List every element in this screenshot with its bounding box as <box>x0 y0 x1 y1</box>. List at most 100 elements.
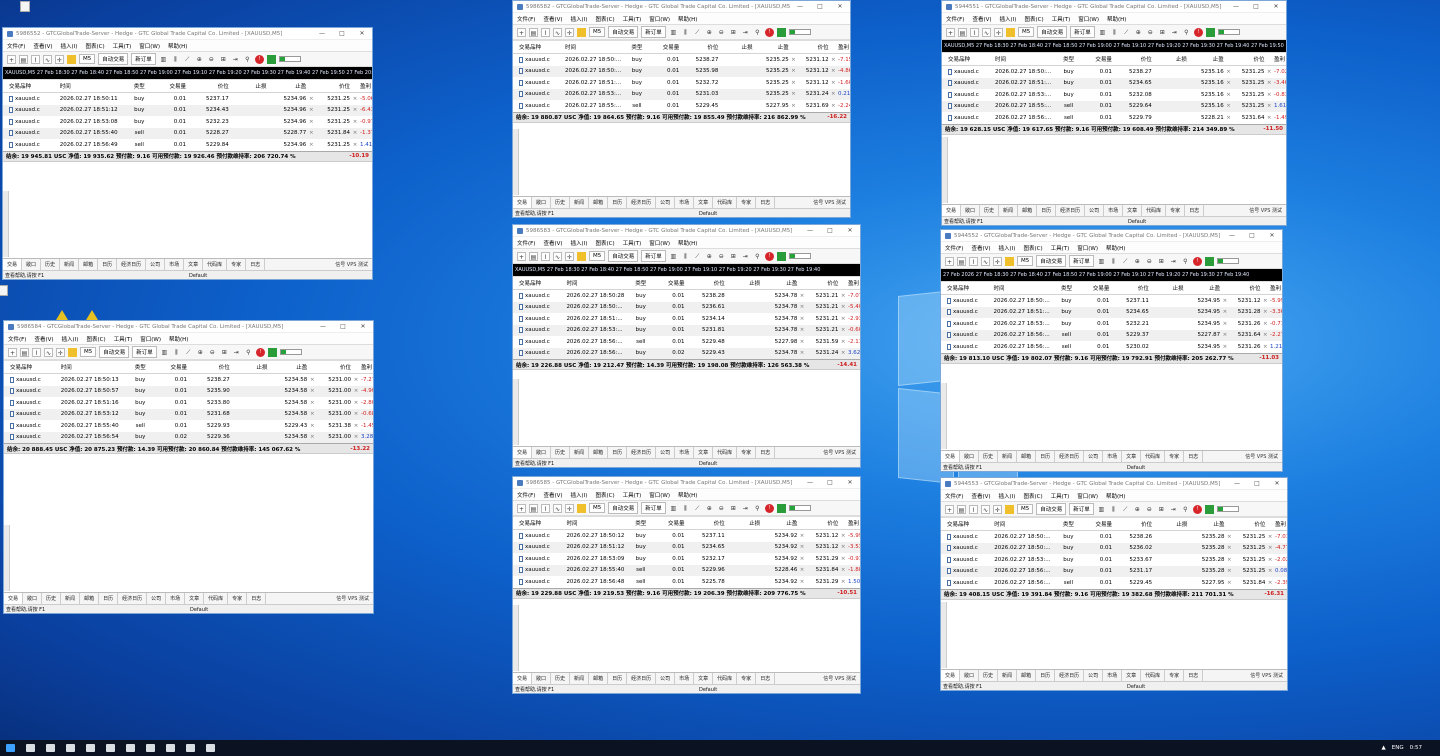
menu-item[interactable]: 图表(C) <box>595 491 614 499</box>
tab-item[interactable]: 历史 <box>979 670 999 681</box>
table-row[interactable]: xauusd.c 2026.02.27 18:50:... buy 0.01 5238.… <box>513 54 850 66</box>
tab-item[interactable]: 交易 <box>942 205 962 216</box>
new-order-button[interactable]: 新订单 <box>1069 255 1094 267</box>
signal-icon[interactable] <box>776 503 786 513</box>
menu-item[interactable]: 查看(V) <box>543 239 562 247</box>
menu-item[interactable]: 帮助(H) <box>678 15 697 23</box>
close-position-icon[interactable]: × <box>830 68 837 74</box>
menu-item[interactable]: 查看(V) <box>34 335 53 343</box>
close-position-icon[interactable]: × <box>1225 545 1233 551</box>
menu-item[interactable]: 文件(F) <box>8 335 26 343</box>
close-position-icon[interactable]: × <box>830 103 837 109</box>
profiles-icon[interactable]: ▤ <box>19 54 28 64</box>
tab-item[interactable]: 经济日历 <box>627 673 657 684</box>
zoom-in-icon[interactable]: ⊕ <box>1134 28 1143 37</box>
taskbar-app-icon[interactable] <box>200 740 220 756</box>
tab-item[interactable]: 交易 <box>513 197 533 208</box>
tab-item[interactable]: 市场 <box>165 259 185 270</box>
market-watch-icon[interactable] <box>577 27 586 37</box>
table-row[interactable]: xauusd.c 2026.02.27 18:50:... buy 0.01 5236.… <box>513 301 860 313</box>
tab-item[interactable]: 新闻 <box>60 259 80 270</box>
new-order-button[interactable]: 新订单 <box>1069 503 1094 515</box>
line-chart-icon[interactable]: ⟋ <box>1121 257 1130 266</box>
tab-item[interactable]: 交易 <box>941 670 961 681</box>
crosshair-icon[interactable]: ✛ <box>55 54 64 64</box>
market-watch-icon[interactable] <box>67 54 76 64</box>
tab-item[interactable]: 经济日历 <box>117 259 147 270</box>
close-position-icon[interactable]: × <box>839 544 847 550</box>
table-row[interactable]: xauusd.c 2026.02.27 18:51:... buy 0.01 5234.… <box>942 77 1286 89</box>
column-header[interactable]: 止盈 <box>1185 284 1222 292</box>
column-header[interactable]: 交易品种 <box>513 519 565 527</box>
tab-item[interactable]: 日历 <box>1036 670 1056 681</box>
zoom-out-icon[interactable]: ⊖ <box>717 504 726 513</box>
table-row[interactable]: xauusd.c 2026.02.27 18:56:... buy 0.02 5229.… <box>513 347 860 359</box>
clock[interactable]: 0:57 <box>1410 745 1422 751</box>
close-position-icon[interactable]: × <box>351 142 359 148</box>
new-chart-icon[interactable]: + <box>517 27 526 37</box>
menu-item[interactable]: 工具(T) <box>1052 15 1071 23</box>
menu-item[interactable]: 查看(V) <box>972 15 991 23</box>
maximize-icon[interactable]: □ <box>333 321 353 333</box>
menu-item[interactable]: 插入(I) <box>62 335 79 343</box>
menu-item[interactable]: 文件(F) <box>7 42 25 50</box>
alert-icon[interactable]: ! <box>255 347 265 357</box>
tab-item[interactable]: 历史 <box>41 259 61 270</box>
taskbar-app-icon[interactable] <box>180 740 200 756</box>
close-position-icon[interactable]: × <box>1225 568 1233 574</box>
close-position-icon[interactable]: × <box>1225 557 1233 563</box>
indicators-icon[interactable]: ∿ <box>43 54 52 64</box>
close-position-icon[interactable]: × <box>790 103 797 109</box>
tab-item[interactable]: 代码库 <box>1142 205 1167 216</box>
alert-icon[interactable]: ! <box>764 27 774 37</box>
column-header[interactable]: 交易量 <box>157 363 191 371</box>
menu-item[interactable]: 文件(F) <box>517 15 535 23</box>
profiles-icon[interactable]: ▤ <box>957 504 966 514</box>
menu-item[interactable]: 帮助(H) <box>168 42 187 50</box>
close-position-icon[interactable]: × <box>798 567 806 573</box>
close-position-icon[interactable]: × <box>830 80 837 86</box>
menu-item[interactable]: 窗口(W) <box>1077 492 1098 500</box>
menu-item[interactable]: 插入(I) <box>571 15 588 23</box>
bar-chart-icon[interactable]: ▥ <box>1097 505 1106 514</box>
bar-chart-icon[interactable]: ▥ <box>669 28 678 37</box>
column-header[interactable]: 交易量 <box>657 519 689 527</box>
column-header[interactable]: 价位 <box>316 363 352 371</box>
alert-icon[interactable]: ! <box>254 54 264 64</box>
tab-item[interactable]: 公司 <box>656 447 676 458</box>
tab-item[interactable]: 文章 <box>694 673 714 684</box>
menu-item[interactable]: 图表(C) <box>1023 492 1042 500</box>
alert-icon[interactable]: ! <box>764 503 774 513</box>
table-row[interactable]: xauusd.c 2026.02.27 18:53:... buy 0.01 5232.… <box>941 318 1282 330</box>
tab-item[interactable]: 专家 <box>228 593 248 604</box>
table-row[interactable]: xauusd.c 2026.02.27 18:53:08 buy 0.01 5232.2… <box>3 116 372 128</box>
close-position-icon[interactable]: × <box>1221 332 1228 338</box>
title-bar[interactable]: 5986584 - GTCGlobalTrade-Server - Hedge … <box>4 321 373 333</box>
menu-item[interactable]: 窗口(W) <box>139 42 160 50</box>
menu-item[interactable]: 查看(V) <box>543 15 562 23</box>
menu-item[interactable]: 图表(C) <box>1023 244 1042 252</box>
close-position-icon[interactable]: × <box>1266 534 1274 540</box>
tab-item[interactable]: 历史 <box>551 673 571 684</box>
column-header[interactable]: 交易量 <box>1084 55 1116 63</box>
close-icon[interactable]: ✕ <box>840 477 860 489</box>
tab-item[interactable]: 日志 <box>1184 670 1204 681</box>
close-position-icon[interactable]: × <box>352 423 360 429</box>
column-header[interactable]: 时间 <box>994 55 1053 63</box>
timeframe-button[interactable]: M5 <box>1018 27 1035 37</box>
close-position-icon[interactable]: × <box>839 556 847 562</box>
column-header[interactable]: 止损 <box>230 82 268 90</box>
tab-item[interactable]: 经济日历 <box>627 197 657 208</box>
line-chart-icon[interactable]: ⟋ <box>183 55 192 64</box>
column-header[interactable]: 时间 <box>565 279 624 287</box>
column-header[interactable]: 时间 <box>60 363 124 371</box>
close-position-icon[interactable]: × <box>1266 545 1274 551</box>
candles-icon[interactable]: ⫼ <box>171 55 180 64</box>
menu-item[interactable]: 窗口(W) <box>649 491 670 499</box>
close-position-icon[interactable]: × <box>1262 332 1269 338</box>
signal-icon[interactable] <box>267 347 277 357</box>
zoom-out-icon[interactable]: ⊖ <box>717 28 726 37</box>
new-order-button[interactable]: 新订单 <box>641 502 666 514</box>
table-row[interactable]: xauusd.c 2026.02.27 18:53:09 buy 0.01 5232.1… <box>513 553 860 565</box>
menu-item[interactable]: 查看(V) <box>33 42 52 50</box>
